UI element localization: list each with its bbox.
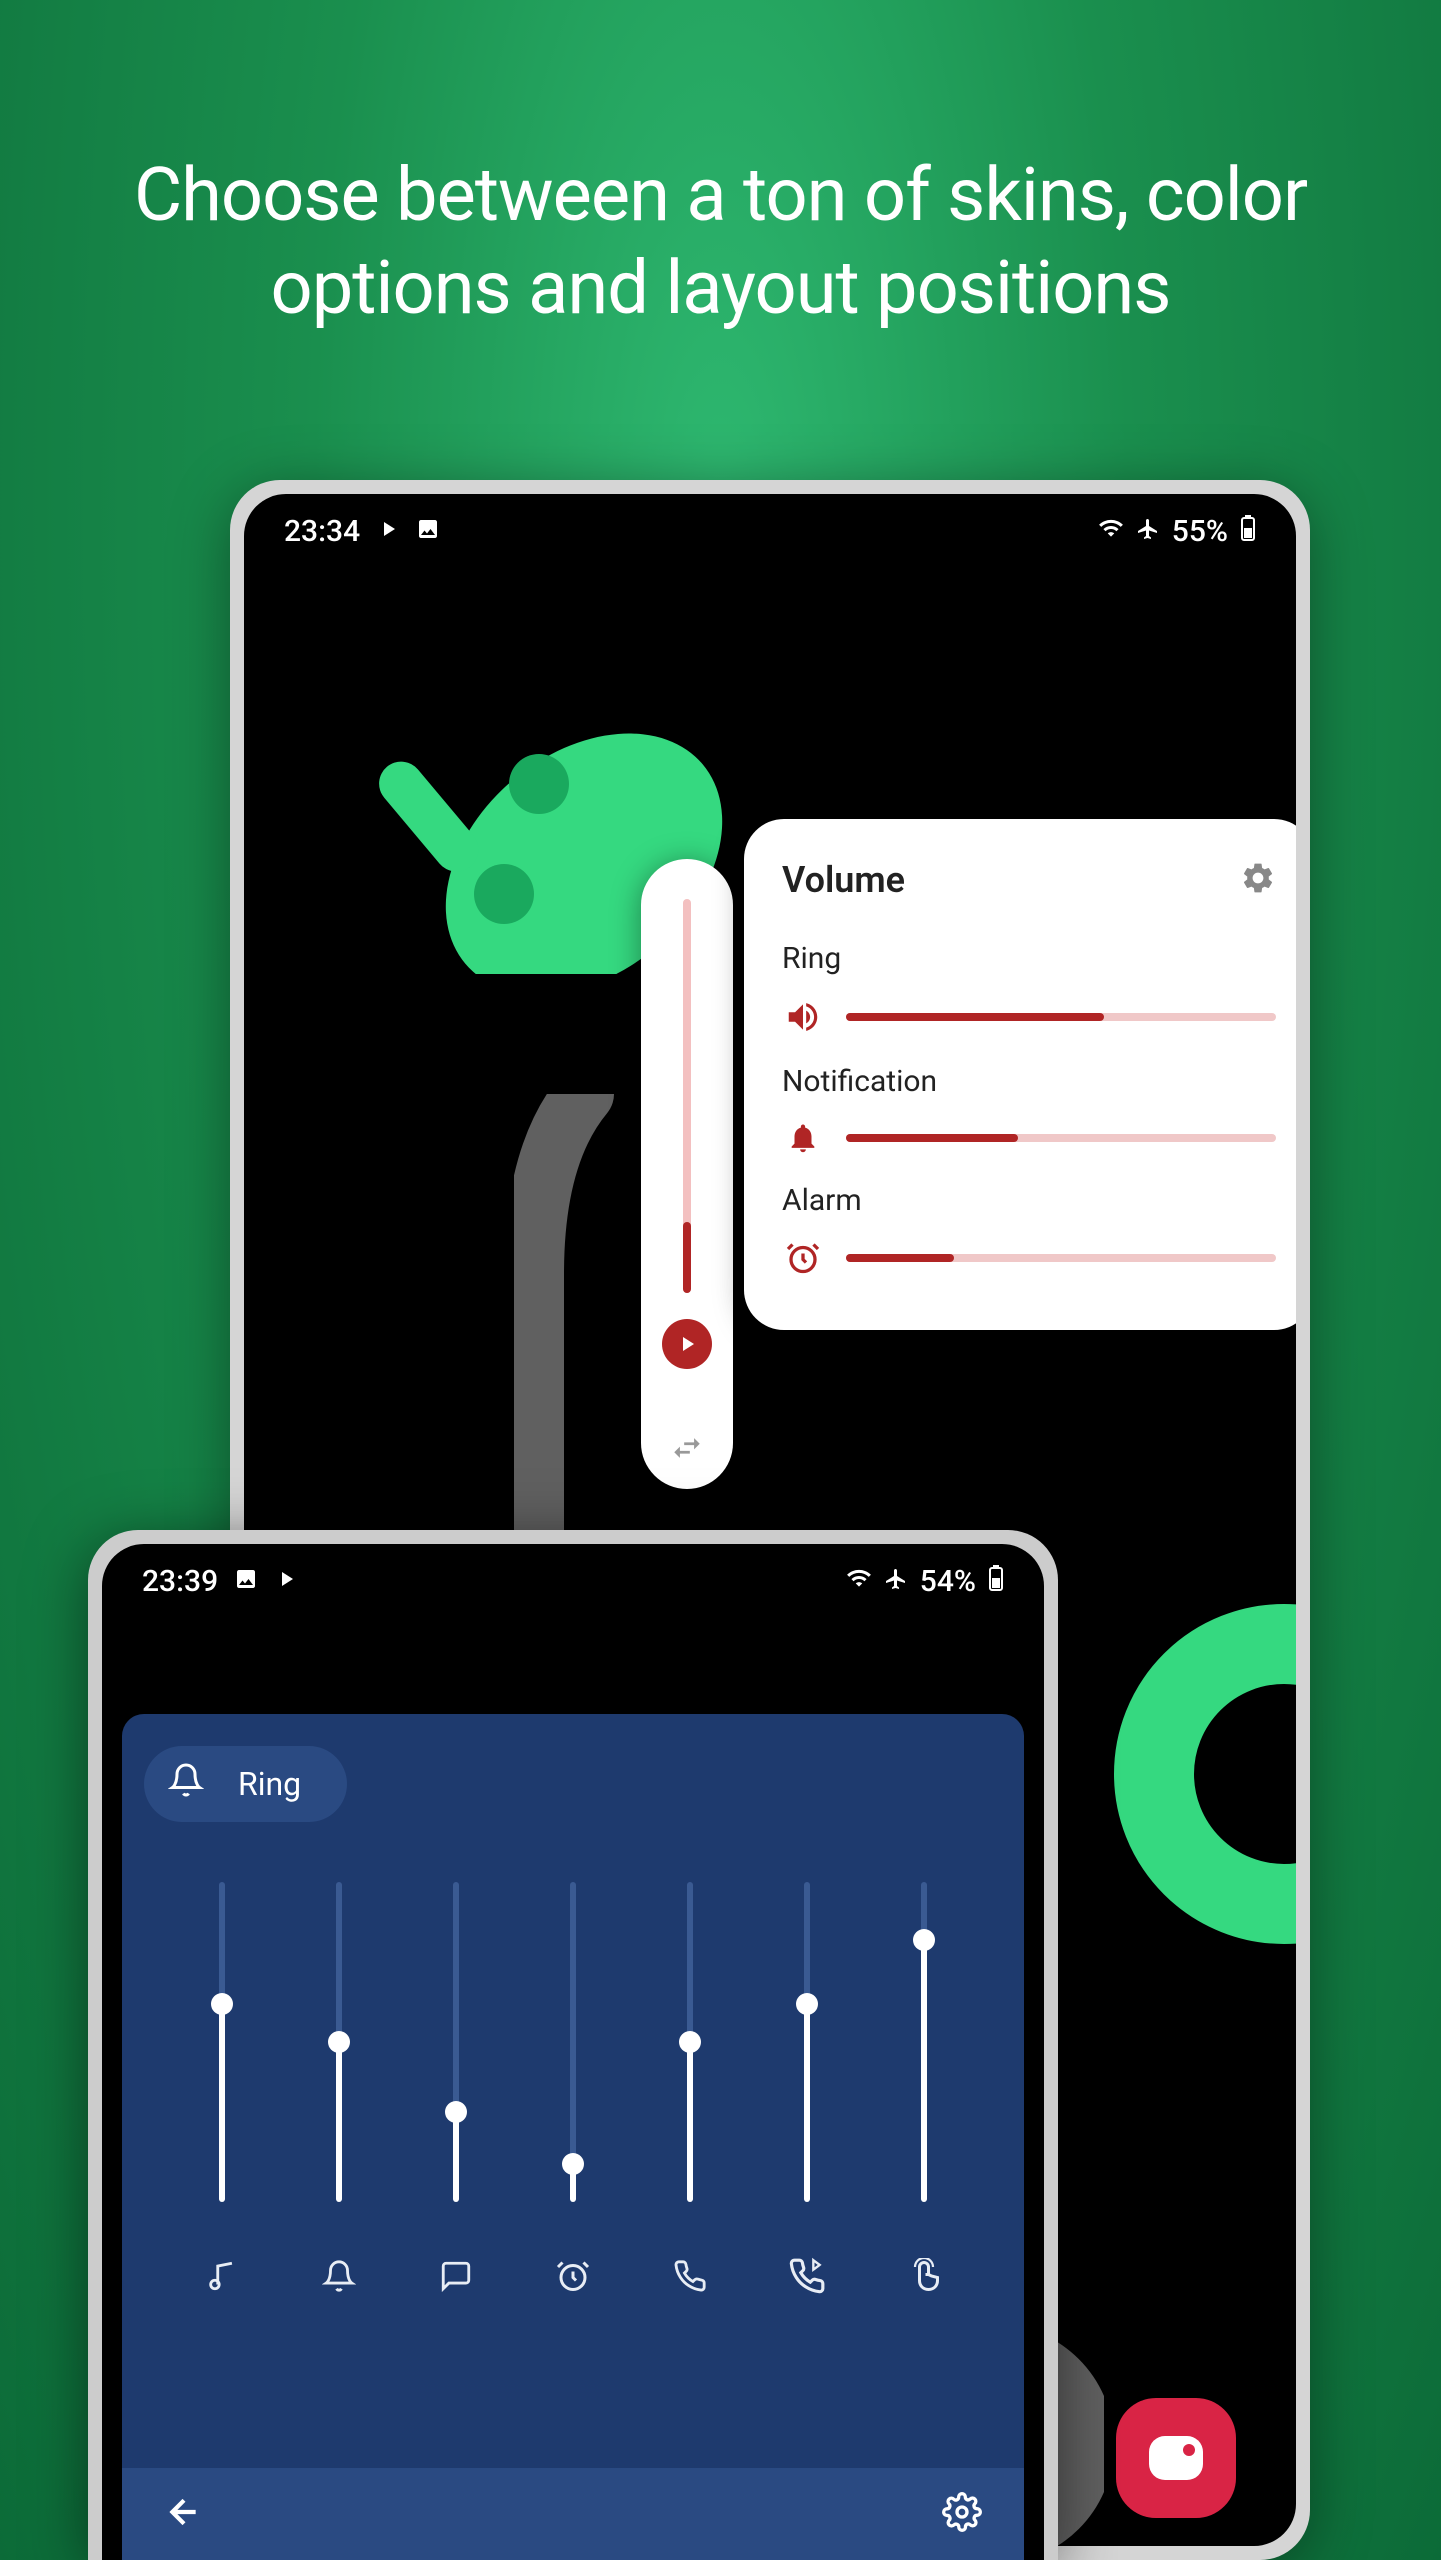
- bell-icon: [168, 1762, 204, 1806]
- slider-call[interactable]: [687, 1882, 693, 2202]
- phone-bluetooth-icon: [788, 2252, 826, 2300]
- status-battery: 55%: [1172, 514, 1228, 549]
- current-stream-label: Ring: [238, 1765, 301, 1803]
- alarm-icon: [555, 2252, 591, 2300]
- wifi-icon: [1098, 514, 1124, 549]
- vertical-volume-fill: [683, 1222, 691, 1293]
- gear-icon[interactable]: [942, 2492, 982, 2536]
- volume-icon: [782, 998, 824, 1036]
- slider-bluetooth[interactable]: [804, 1882, 810, 2202]
- bell-icon: [782, 1121, 824, 1155]
- blue-panel-footer: [122, 2468, 1024, 2560]
- headline-text: Choose between a ton of skins, color opt…: [0, 0, 1441, 335]
- volume-row-label: Notification: [782, 1064, 1276, 1099]
- volume-card: Volume Ring Notification: [744, 819, 1296, 1330]
- status-bar: 23:39 54%: [102, 1544, 1044, 1599]
- notification-slider[interactable]: [846, 1134, 1276, 1142]
- vertical-volume-slider[interactable]: [683, 899, 691, 1293]
- touch-icon: [906, 2252, 942, 2300]
- chat-icon: [439, 2252, 473, 2300]
- slider-system[interactable]: [921, 1882, 927, 2202]
- media-play-button[interactable]: [662, 1319, 712, 1369]
- alarm-icon: [782, 1240, 824, 1276]
- slider-alarm[interactable]: [570, 1882, 576, 2202]
- current-stream-pill[interactable]: Ring: [144, 1746, 347, 1822]
- ring-slider[interactable]: [846, 1013, 1276, 1021]
- play-icon: [376, 514, 400, 549]
- back-button[interactable]: [164, 2492, 204, 2536]
- wifi-icon: [846, 1564, 872, 1599]
- airplane-icon: [884, 1564, 908, 1599]
- airplane-icon: [1136, 514, 1160, 549]
- battery-icon: [1240, 514, 1256, 549]
- play-icon: [274, 1564, 298, 1599]
- music-note-icon: [205, 2252, 239, 2300]
- slider-media[interactable]: [219, 1882, 225, 2202]
- swap-icon[interactable]: [670, 1431, 704, 1469]
- bell-icon: [322, 2252, 356, 2300]
- volume-card-title: Volume: [782, 859, 905, 901]
- slider-notification[interactable]: [453, 1882, 459, 2202]
- image-icon: [234, 1564, 258, 1599]
- equalizer-sliders: [140, 1862, 1006, 2452]
- phone-frame-2: 23:39 54% Ring: [88, 1530, 1058, 2560]
- gear-icon[interactable]: [1240, 860, 1276, 900]
- phone-screen-2: 23:39 54% Ring: [102, 1544, 1044, 2560]
- blue-volume-panel: Ring: [122, 1714, 1024, 2560]
- volume-row-label: Ring: [782, 941, 1276, 976]
- status-time: 23:34: [284, 514, 360, 549]
- image-icon: [416, 514, 440, 549]
- slider-ring[interactable]: [336, 1882, 342, 2202]
- battery-icon: [988, 1564, 1004, 1599]
- status-bar: 23:34 55%: [244, 494, 1296, 549]
- screen-record-button[interactable]: [1116, 2398, 1236, 2518]
- alarm-slider[interactable]: [846, 1254, 1276, 1262]
- status-time: 23:39: [142, 1564, 218, 1599]
- volume-row-label: Alarm: [782, 1183, 1276, 1218]
- vertical-volume-pill: [641, 859, 733, 1489]
- phone-icon: [673, 2252, 707, 2300]
- status-battery: 54%: [920, 1564, 976, 1599]
